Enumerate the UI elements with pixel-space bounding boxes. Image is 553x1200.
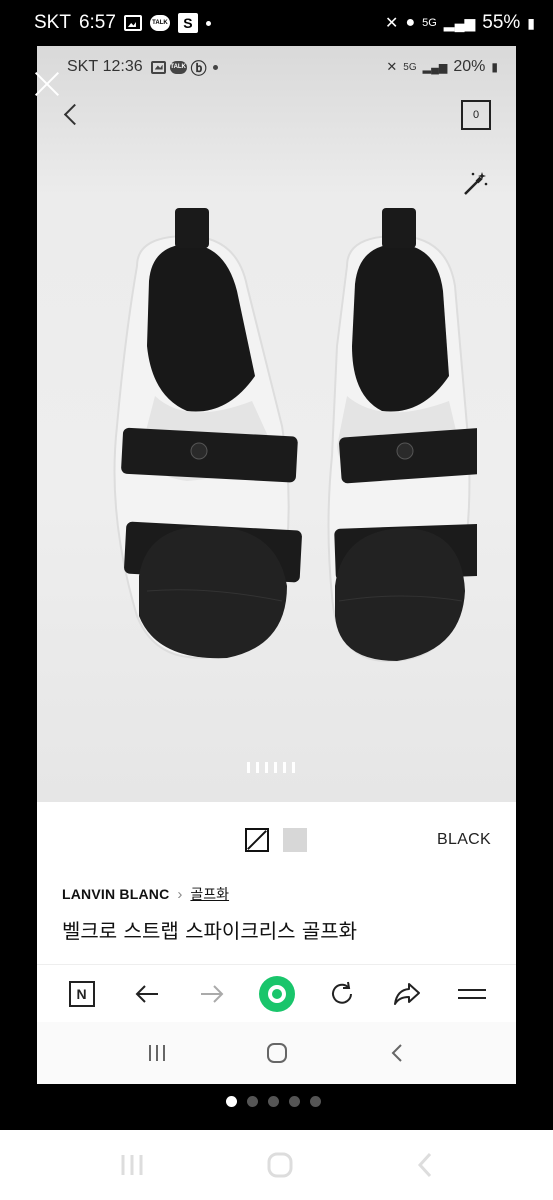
reload-button[interactable] — [324, 976, 360, 1012]
gallery-icon — [123, 15, 142, 31]
inner-status-bar: SKT 12:36 TALK ⓑ ✕ 5G ▂▄▆ 20% ▮ — [37, 46, 516, 88]
network-type: 5G — [422, 17, 437, 29]
breadcrumb: LANVIN BLANC › 골프화 — [62, 884, 229, 904]
mute-icon: ✕ — [385, 15, 399, 32]
inner-gallery-icon — [150, 60, 166, 74]
home-icon[interactable] — [265, 1042, 289, 1064]
pager-tick — [256, 762, 259, 773]
browser-forward-button[interactable] — [194, 976, 230, 1012]
battery-level: 55% — [482, 12, 521, 33]
cart-button[interactable]: 0 — [461, 100, 491, 130]
selected-color-label: BLACK — [437, 831, 491, 848]
share-icon — [393, 982, 420, 1005]
pager-tick — [274, 762, 277, 773]
browser-back-button[interactable] — [129, 976, 165, 1012]
screenshot-pager — [226, 1096, 321, 1107]
pager-dot[interactable] — [247, 1096, 258, 1107]
brand-link[interactable]: LANVIN BLANC — [62, 886, 169, 902]
green-home-icon — [258, 975, 295, 1012]
battery-icon: ▮ — [527, 14, 535, 31]
s-app-icon: S — [177, 13, 198, 33]
right-shoe — [327, 208, 477, 663]
inner-battery-level: 20% — [453, 58, 486, 75]
reload-icon — [331, 981, 352, 1004]
back-arrow-icon — [135, 984, 158, 1003]
pager-tick — [247, 762, 250, 773]
menu-button[interactable] — [454, 976, 490, 1012]
naver-home-button[interactable]: N — [64, 976, 100, 1012]
inner-mute-icon: ✕ — [386, 59, 398, 74]
pager-tick — [292, 762, 295, 773]
pager-dot[interactable] — [289, 1096, 300, 1107]
swatch-black[interactable] — [245, 828, 269, 852]
inner-more-icon — [212, 64, 218, 70]
pager-dot[interactable] — [310, 1096, 321, 1107]
magic-wand-icon[interactable] — [461, 170, 489, 198]
product-image[interactable]: SKT 12:36 TALK ⓑ ✕ 5G ▂▄▆ 20% ▮ 0 — [37, 46, 516, 802]
share-button[interactable] — [389, 976, 425, 1012]
inner-network-type: 5G — [403, 61, 417, 73]
clock: 6:57 — [78, 12, 116, 33]
naver-n-icon: N — [68, 980, 95, 1007]
shoes-photo — [113, 208, 477, 663]
browser-toolbar: N — [37, 964, 516, 1022]
forward-arrow-icon — [200, 984, 223, 1003]
kakaotalk-icon: TALK — [149, 15, 170, 31]
outer-nav-bar — [0, 1130, 553, 1200]
pager-tick — [283, 762, 286, 773]
inner-kakaotalk-icon: TALK — [169, 60, 187, 74]
pager-dot[interactable] — [226, 1096, 237, 1107]
chevron-right-icon: › — [177, 885, 183, 903]
inner-battery-icon: ▮ — [491, 60, 498, 74]
screenshot-preview: SKT 12:36 TALK ⓑ ✕ 5G ▂▄▆ 20% ▮ 0 BLACK … — [37, 46, 516, 1084]
recent-apps-icon[interactable] — [146, 1043, 168, 1063]
green-home-button[interactable] — [258, 975, 295, 1012]
pager-tick — [265, 762, 268, 773]
more-notifications-icon — [205, 20, 211, 26]
menu-icon — [457, 988, 486, 999]
color-swatches — [245, 828, 307, 852]
signal-icon: ▂▄▆ — [443, 14, 476, 31]
inner-signal-icon: ▂▄▆ — [422, 61, 448, 74]
back-icon[interactable] — [387, 1042, 407, 1064]
close-icon[interactable] — [34, 71, 60, 97]
product-title: 벨크로 스트랩 스파이크리스 골프화 — [62, 919, 358, 943]
back-button[interactable] — [61, 102, 81, 126]
inner-clock: 12:36 — [102, 58, 143, 75]
pager-dot[interactable] — [268, 1096, 279, 1107]
inner-carrier: SKT — [67, 58, 99, 75]
outer-status-bar: SKT 6:57 TALK S ✕ ● 5G ▂▄▆ 55% ▮ — [0, 0, 553, 46]
image-pager — [247, 762, 295, 773]
outer-home-icon[interactable] — [266, 1151, 294, 1179]
inner-b-icon: ⓑ — [190, 61, 207, 78]
outer-recent-apps-icon[interactable] — [118, 1152, 146, 1178]
location-icon: ● — [405, 14, 416, 31]
category-link[interactable]: 골프화 — [190, 884, 229, 904]
outer-back-icon[interactable] — [414, 1151, 436, 1179]
inner-nav-bar — [37, 1022, 516, 1084]
carrier: SKT — [34, 12, 71, 33]
left-shoe — [113, 208, 302, 659]
swatch-grey[interactable] — [283, 828, 307, 852]
